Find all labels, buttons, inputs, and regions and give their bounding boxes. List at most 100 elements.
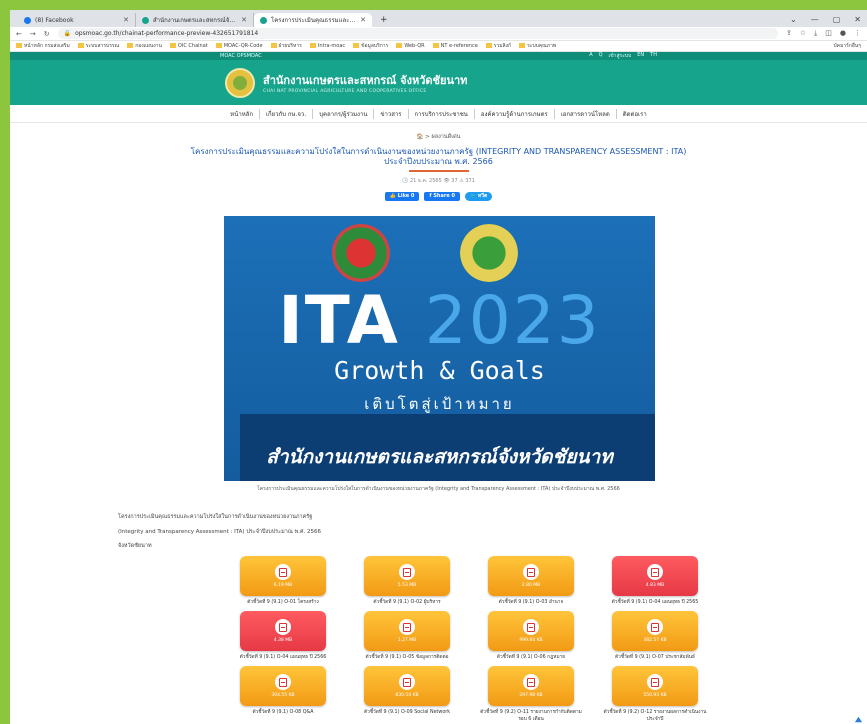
star-icon[interactable]: ☆ bbox=[800, 29, 806, 38]
topstrip-links[interactable]: MOAC OPSMOAC bbox=[220, 53, 262, 59]
pdf-icon bbox=[275, 674, 291, 691]
bookmark-item[interactable]: ระบบคุณภาพ bbox=[519, 42, 556, 50]
document-label[interactable]: ตัวชี้วัดที่ 9 (9.1) O-08 Q&A bbox=[228, 710, 338, 716]
topstrip-tool[interactable]: เข้าสู่ระบบ bbox=[609, 52, 632, 60]
pdf-download-button[interactable]: 304.55 KB bbox=[240, 666, 326, 707]
document-item: 297.98 KB ตัวชี้วัดที่ 9 (9.2) O-11 รายงา… bbox=[476, 666, 586, 722]
banner-org-th: สำนักงานเกษตรและสหกรณ์จังหวัดชัยนาท bbox=[266, 446, 613, 468]
tab-search-button[interactable]: ⌄ bbox=[790, 13, 797, 27]
bookmark-item[interactable]: Web-QR bbox=[396, 43, 425, 49]
profile-icon[interactable]: ● bbox=[840, 29, 846, 38]
bookmark-item[interactable]: หน้าหลัก กรมส่งเสริม bbox=[16, 42, 70, 50]
bookmark-item[interactable]: ฝ่ายบริหาร bbox=[270, 42, 302, 50]
facebook-icon bbox=[24, 16, 31, 24]
share-icon[interactable]: ⇪ bbox=[786, 29, 792, 38]
nav-item[interactable]: เกี่ยวกับ กษ.จว. bbox=[260, 108, 314, 119]
bookmark-item[interactable]: MOAC-QR-Code bbox=[215, 43, 263, 49]
document-label[interactable]: ตัวชี้วัดที่ 9 (9.2) O-12 รายงานผลการดำเ… bbox=[600, 710, 710, 722]
bookmark-item[interactable]: ข้อมูลบริการ bbox=[353, 42, 388, 50]
folder-icon bbox=[485, 43, 492, 48]
article-body: โครงการประเมินคุณธรรมและความโปร่งใสในการ… bbox=[118, 514, 321, 558]
document-label[interactable]: ตัวชี้วัดที่ 9 (9.1) O-01 โครงสร้าง bbox=[228, 600, 338, 606]
bookmark-item[interactable]: Intra-moac bbox=[309, 43, 345, 49]
forward-icon[interactable]: → bbox=[30, 30, 36, 38]
document-label[interactable]: ตัวชี้วัดที่ 9 (9.1) O-04 แผนยุทธ ปี 256… bbox=[600, 600, 710, 606]
pdf-icon bbox=[647, 674, 663, 691]
tab-facebook[interactable]: (8) Facebook ✕ bbox=[18, 13, 136, 27]
pdf-download-button[interactable]: 999.84 KB bbox=[488, 611, 574, 652]
bookmark-item[interactable]: NT e-reference bbox=[432, 43, 478, 49]
scroll-top-icon[interactable] bbox=[854, 709, 863, 723]
pdf-download-button[interactable]: 4.38 MB bbox=[240, 611, 326, 652]
pdf-download-button[interactable]: 6.19 MB bbox=[240, 556, 326, 596]
document-label[interactable]: ตัวชี้วัดที่ 9 (9.1) O-07 ประชาสัมพันธ์ bbox=[600, 655, 710, 661]
close-icon[interactable]: ✕ bbox=[241, 16, 247, 24]
bookmark-item[interactable]: รวมลิงก์ bbox=[485, 42, 511, 50]
document-item: 4.83 MB ตัวชี้วัดที่ 9 (9.1) O-04 แผนยุทธ… bbox=[600, 556, 710, 606]
folder-icon bbox=[77, 43, 84, 48]
topstrip-tool[interactable]: EN bbox=[637, 52, 644, 60]
tweet-button[interactable]: 🐦 ทวีต bbox=[464, 191, 493, 201]
minimize-button[interactable]: — bbox=[811, 13, 819, 27]
folder-icon bbox=[396, 43, 403, 48]
folder-icon bbox=[519, 43, 526, 48]
topstrip-tool[interactable]: TH bbox=[650, 52, 657, 60]
topstrip-tool[interactable]: A bbox=[589, 52, 592, 60]
document-label[interactable]: ตัวชี้วัดที่ 9 (9.1) O-02 ผู้บริหาร bbox=[352, 600, 462, 606]
ministry-logo-icon[interactable] bbox=[225, 67, 255, 98]
document-label[interactable]: ตัวชี้วัดที่ 9 (9.1) O-09 Social Network bbox=[352, 710, 462, 716]
bookmark-item[interactable]: กองแผนงาน bbox=[127, 42, 162, 50]
other-bookmarks[interactable]: บัคมาร์กอื่นๆ bbox=[834, 42, 861, 50]
site-favicon-icon bbox=[260, 16, 267, 24]
pdf-download-button[interactable]: 830.54 KB bbox=[364, 666, 450, 707]
close-icon[interactable]: ✕ bbox=[360, 16, 366, 24]
topstrip-tools: A Q เข้าสู่ระบบ EN TH bbox=[589, 52, 657, 60]
bookmark-item[interactable]: ระบบสารบรรณ bbox=[77, 42, 119, 50]
nav-item[interactable]: การบริการประชาชน bbox=[409, 108, 475, 119]
topstrip-tool[interactable]: Q bbox=[599, 52, 603, 60]
breadcrumb[interactable]: 🏠 > ผลงานดีเด่น bbox=[10, 133, 867, 141]
page-title-line2: ประจำปีงบประมาณ พ.ศ. 2566 bbox=[384, 157, 493, 167]
nav-item[interactable]: หน้าหลัก bbox=[224, 108, 260, 119]
nav-item[interactable]: องค์ความรู้ด้านการเกษตร bbox=[475, 108, 555, 119]
folder-icon bbox=[432, 43, 439, 48]
file-size: 999.84 KB bbox=[519, 638, 543, 644]
pdf-download-button[interactable]: 4.83 MB bbox=[612, 556, 698, 596]
file-size: 1.27 MB bbox=[397, 638, 417, 644]
pdf-download-button[interactable]: 2.80 MB bbox=[488, 556, 574, 596]
new-tab-button[interactable]: + bbox=[372, 13, 396, 27]
body-paragraph: โครงการประเมินคุณธรรมและความโปร่งใสในการ… bbox=[118, 514, 313, 520]
document-label[interactable]: ตัวชี้วัดที่ 9 (9.2) O-11 รายงานการกำกับ… bbox=[476, 710, 586, 722]
folder-icon bbox=[16, 43, 22, 48]
tab-label: สำนักงานเกษตรและสหกรณ์จังหวัดชัยนาท bbox=[153, 17, 237, 24]
pdf-download-button[interactable]: 1.27 MB bbox=[364, 611, 450, 652]
nav-item[interactable]: ติดต่อเรา bbox=[617, 109, 653, 119]
nav-item[interactable]: เอกสารดาวน์โหลด bbox=[555, 108, 617, 119]
close-window-button[interactable]: ✕ bbox=[854, 13, 861, 27]
pdf-icon bbox=[399, 564, 415, 580]
tab-chainat-office[interactable]: สำนักงานเกษตรและสหกรณ์จังหวัดชัยนาท ✕ bbox=[136, 13, 254, 27]
document-label[interactable]: ตัวชี้วัดที่ 9 (9.1) O-04 แผนยุทธ ปี 256… bbox=[228, 655, 338, 661]
pdf-download-button[interactable]: 382.57 KB bbox=[612, 611, 698, 652]
browser-window: (8) Facebook ✕ สำนักงานเกษตรและสหกรณ์จัง… bbox=[10, 10, 867, 724]
pdf-download-button[interactable]: 550.93 KB bbox=[612, 666, 698, 707]
document-label[interactable]: ตัวชี้วัดที่ 9 (9.1) O-03 อำนาจ bbox=[476, 600, 586, 606]
nav-item[interactable]: บุคลากร/ผู้ร่วมงาน bbox=[313, 108, 375, 119]
back-icon[interactable]: ← bbox=[16, 30, 22, 38]
nav-item[interactable]: ข่าวสาร bbox=[374, 108, 409, 119]
sidebar-icon[interactable]: ◫ bbox=[825, 29, 832, 38]
pdf-download-button[interactable]: 5.53 MB bbox=[364, 556, 450, 596]
bookmark-item[interactable]: OIC Chainat bbox=[169, 43, 208, 49]
pdf-download-button[interactable]: 297.98 KB bbox=[488, 666, 574, 707]
menu-icon[interactable]: ⋮ bbox=[854, 29, 861, 38]
reload-icon[interactable]: ↻ bbox=[44, 30, 50, 38]
document-label[interactable]: ตัวชี้วัดที่ 9 (9.1) O-06 กฎหมาย bbox=[476, 655, 586, 661]
url-input[interactable]: 🔒 opsmoac.go.th/chainat-performance-prev… bbox=[57, 28, 778, 39]
facebook-share-button[interactable]: f Share 0 bbox=[424, 191, 460, 201]
tab-ita-project[interactable]: โครงการประเมินคุณธรรมและความโปร่งใส ✕ bbox=[254, 13, 372, 27]
download-icon[interactable]: ⤓ bbox=[814, 29, 817, 38]
like-button[interactable]: 👍 Like 0 bbox=[384, 191, 420, 201]
maximize-button[interactable]: ▢ bbox=[833, 13, 841, 27]
close-icon[interactable]: ✕ bbox=[123, 16, 129, 24]
document-label[interactable]: ตัวชี้วัดที่ 9 (9.1) O-05 ข้อมูลการติดต่… bbox=[352, 655, 462, 661]
